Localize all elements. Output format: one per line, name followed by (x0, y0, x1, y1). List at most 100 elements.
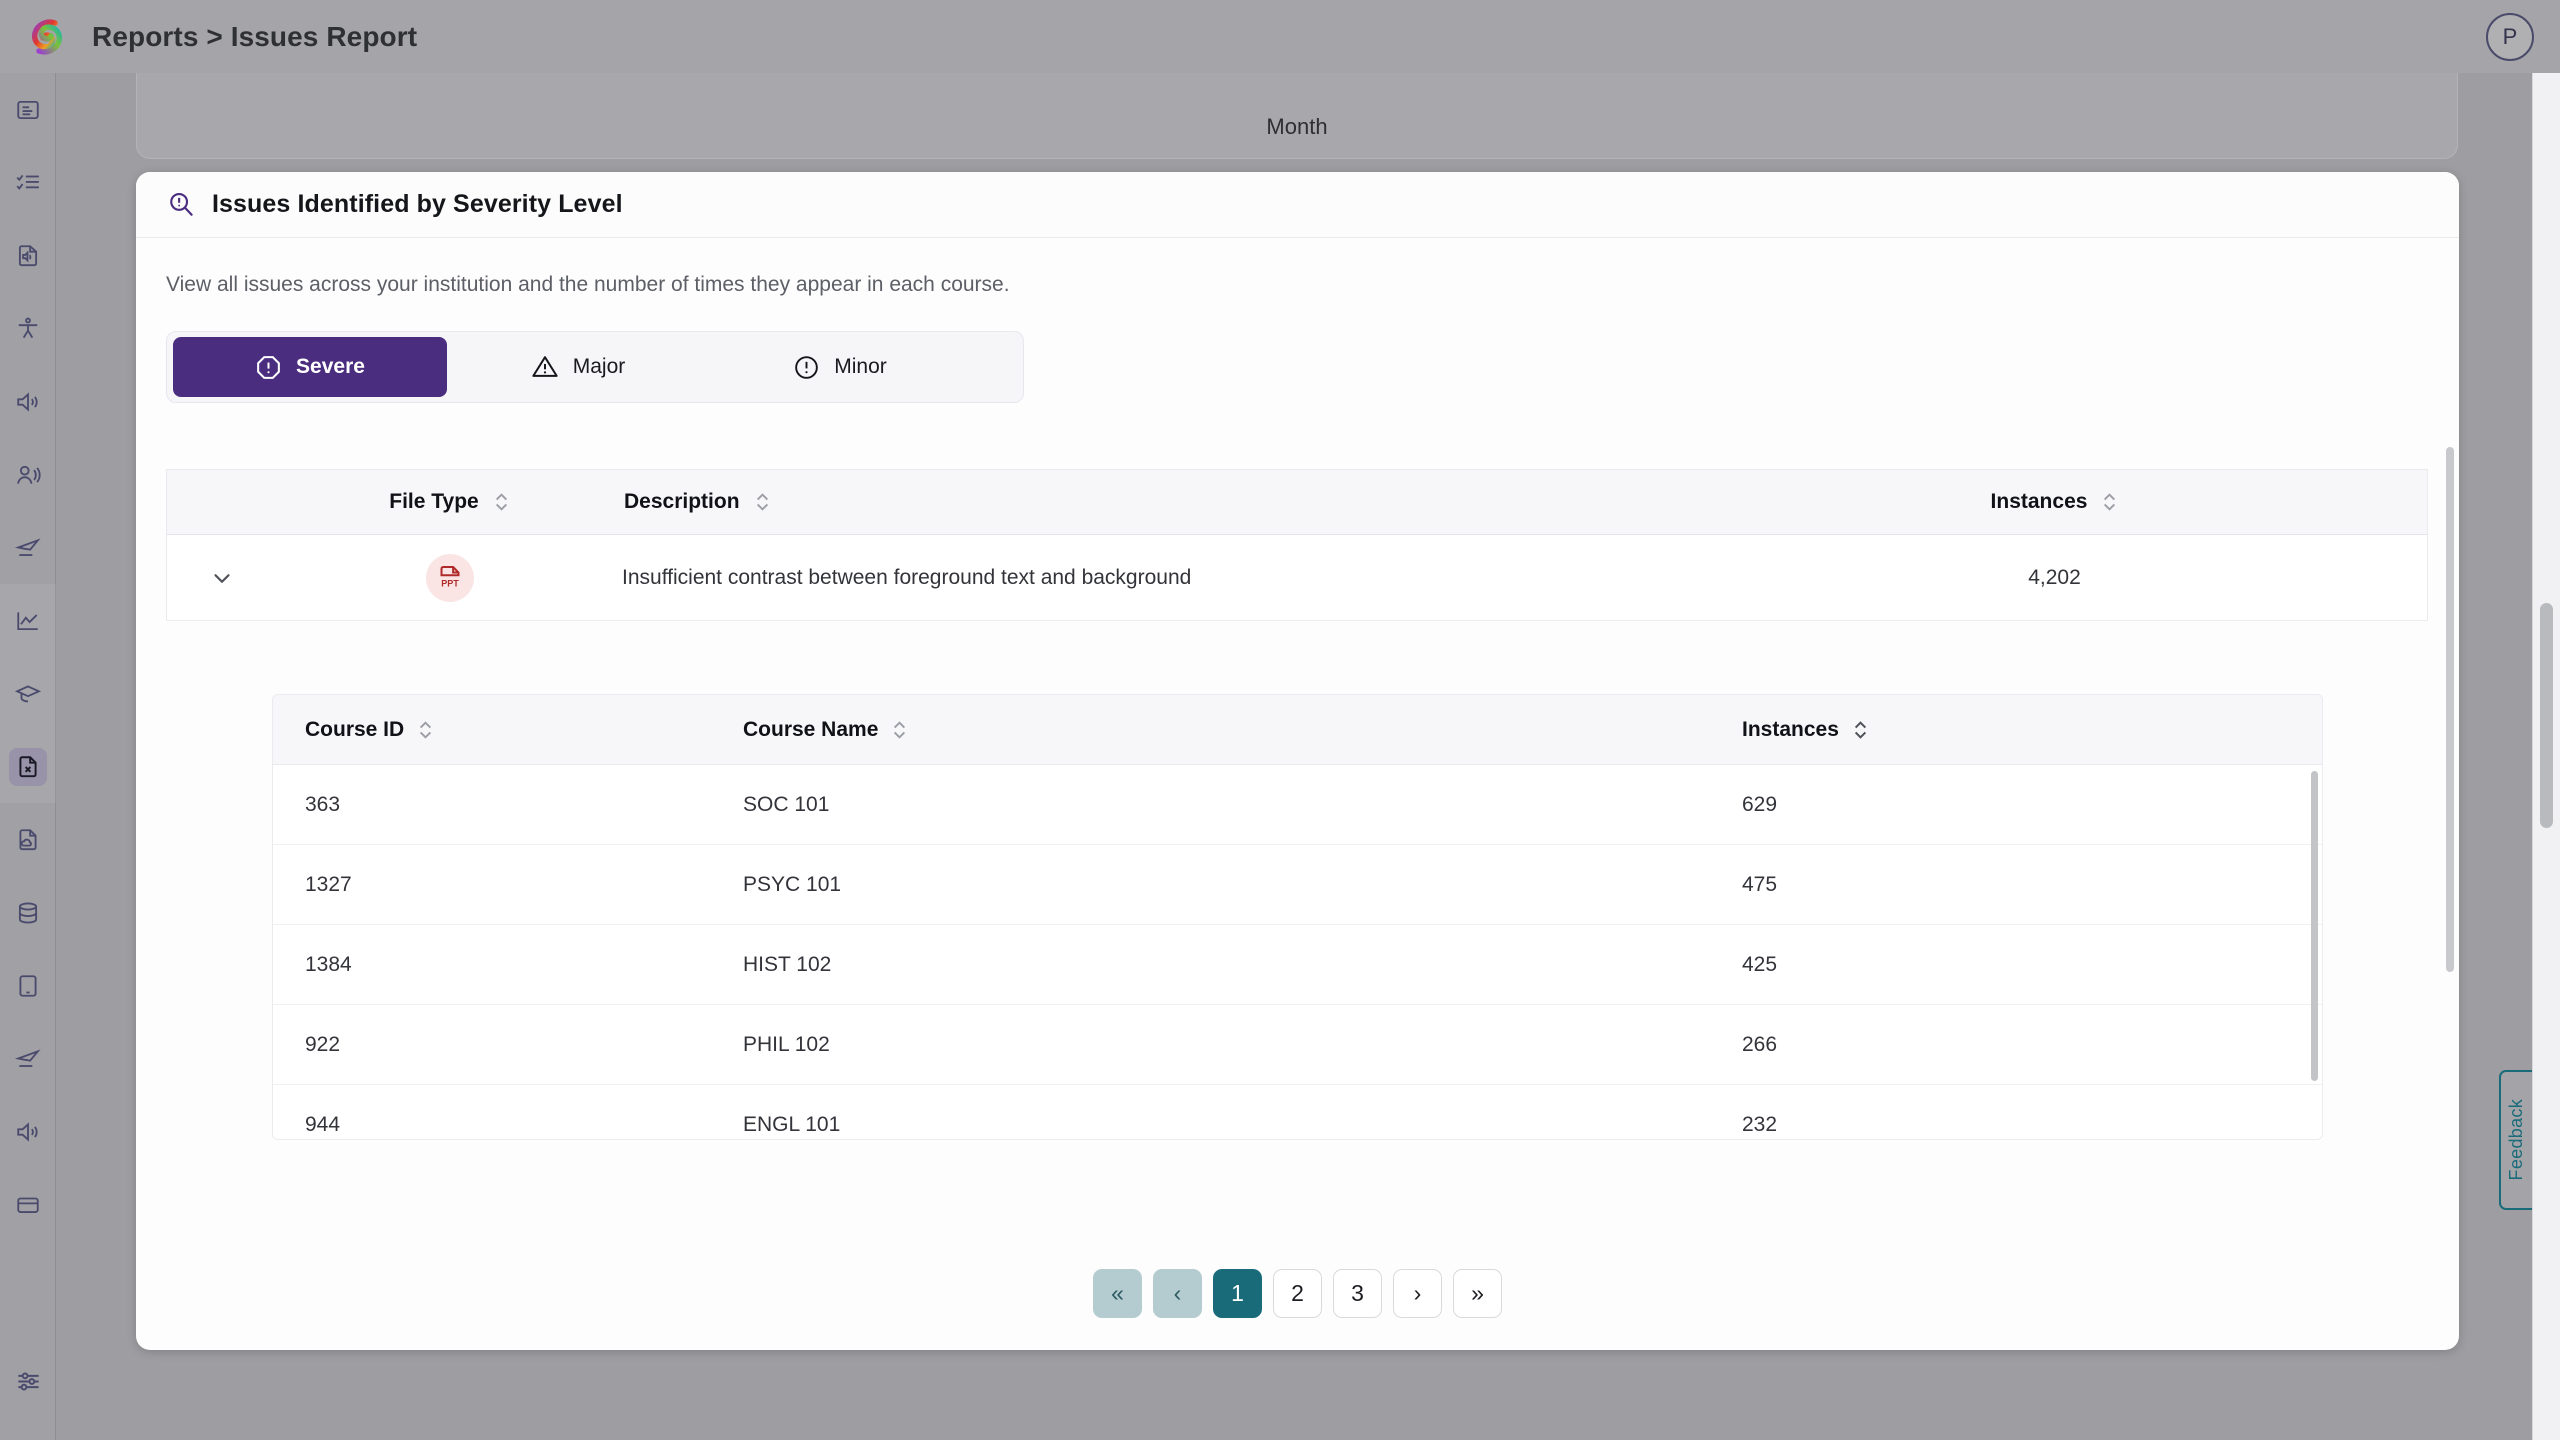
line-chart-icon (15, 608, 41, 634)
instances-cell: 4,202 (1682, 566, 2427, 590)
sidebar-item-database[interactable] (0, 876, 56, 949)
course-instances-cell: 475 (1742, 873, 2322, 897)
speaker-icon (15, 389, 41, 415)
file-type-cell: PPT (277, 554, 622, 602)
sidebar-item-send[interactable] (0, 511, 56, 584)
table-row[interactable]: 944 ENGL 101 232 (273, 1085, 2322, 1140)
sort-icon (493, 491, 510, 513)
sidebar-item-document[interactable] (0, 73, 56, 146)
table-row[interactable]: PPT Insufficient contrast between foregr… (166, 535, 2428, 621)
tab-severe[interactable]: Severe (173, 337, 447, 397)
tab-minor[interactable]: Minor (709, 337, 971, 397)
course-name-cell: PSYC 101 (743, 873, 1742, 897)
card-scrollbar[interactable] (2446, 447, 2454, 972)
card-header: Issues Identified by Severity Level (136, 172, 2459, 238)
sidebar-item-speaker-2[interactable] (0, 1095, 56, 1168)
sidebar-top-items (0, 73, 56, 1241)
pagination-first[interactable]: « (1093, 1269, 1142, 1318)
sliders-icon (15, 1368, 42, 1395)
file-x-icon (15, 754, 41, 780)
sidebar (0, 73, 56, 1440)
tablet-icon (15, 973, 41, 999)
svg-text:PPT: PPT (441, 578, 459, 588)
trend-chart-card: Month (136, 73, 2458, 159)
course-name-cell: PHIL 102 (743, 1033, 1742, 1057)
table-row[interactable]: 1384 HIST 102 425 (273, 925, 2322, 1005)
course-id-cell: 922 (273, 1033, 743, 1057)
table-row[interactable]: 1327 PSYC 101 475 (273, 845, 2322, 925)
sidebar-item-issues-report[interactable] (0, 730, 56, 803)
pagination: « ‹ 1 2 3 › » (136, 1269, 2459, 1318)
audio-file-icon (15, 243, 41, 269)
sidebar-item-accessibility[interactable] (0, 292, 56, 365)
column-label-file-type: File Type (389, 490, 478, 514)
sort-icon (417, 719, 434, 741)
tab-major[interactable]: Major (447, 337, 709, 397)
issues-table: File Type Description Instances (166, 469, 2428, 621)
person-speaking-icon (15, 462, 41, 488)
column-header-course-instances[interactable]: Instances (1742, 718, 2322, 742)
tab-minor-label: Minor (834, 355, 887, 379)
chart-x-axis-label: Month (137, 114, 2457, 140)
course-table-header: Course ID Course Name Instances (273, 695, 2322, 765)
course-id-cell: 944 (273, 1113, 743, 1137)
sort-icon-active (1852, 719, 1869, 741)
pagination-page-3[interactable]: 3 (1333, 1269, 1382, 1318)
course-instances-cell: 266 (1742, 1033, 2322, 1057)
course-instances-cell: 232 (1742, 1113, 2322, 1137)
course-name-cell: SOC 101 (743, 793, 1742, 817)
column-label-instances: Instances (1991, 490, 2088, 514)
sidebar-item-audio-file[interactable] (0, 219, 56, 292)
pagination-next[interactable]: › (1393, 1269, 1442, 1318)
circle-alert-icon (793, 354, 820, 381)
sidebar-item-send-2[interactable] (0, 1022, 56, 1095)
column-header-description[interactable]: Description (622, 490, 1682, 514)
pagination-page-1[interactable]: 1 (1213, 1269, 1262, 1318)
sidebar-item-checklist[interactable] (0, 146, 56, 219)
feedback-label: Feedback (2506, 1099, 2527, 1180)
description-cell: Insufficient contrast between foreground… (622, 566, 1682, 590)
wallet-icon (15, 1192, 41, 1218)
paper-plane-icon (15, 1046, 41, 1072)
column-header-course-id[interactable]: Course ID (273, 718, 743, 742)
sidebar-item-speaker[interactable] (0, 365, 56, 438)
sidebar-item-courses[interactable] (0, 657, 56, 730)
sidebar-item-wallet[interactable] (0, 1168, 56, 1241)
pagination-prev[interactable]: ‹ (1153, 1269, 1202, 1318)
column-label-course-instances: Instances (1742, 718, 1839, 742)
sidebar-item-person-speaking[interactable] (0, 438, 56, 511)
pagination-page-2[interactable]: 2 (1273, 1269, 1322, 1318)
magnifier-alert-icon (166, 190, 196, 220)
document-text-icon (15, 97, 41, 123)
severity-tab-group: Severe Major Minor (166, 331, 1024, 403)
pagination-last[interactable]: » (1453, 1269, 1502, 1318)
course-id-cell: 1327 (273, 873, 743, 897)
course-table-scrollbar[interactable] (2311, 771, 2318, 1081)
table-row[interactable]: 363 SOC 101 629 (273, 765, 2322, 845)
table-row[interactable]: 922 PHIL 102 266 (273, 1005, 2322, 1085)
course-id-cell: 363 (273, 793, 743, 817)
sidebar-item-analytics[interactable] (0, 584, 56, 657)
course-name-cell: HIST 102 (743, 953, 1742, 977)
database-icon (15, 900, 41, 926)
accessibility-icon (15, 316, 41, 342)
sidebar-item-device[interactable] (0, 949, 56, 1022)
column-header-course-name[interactable]: Course Name (743, 718, 1742, 742)
page-scrollbar-thumb[interactable] (2540, 603, 2553, 828)
column-header-file-type[interactable]: File Type (277, 490, 622, 514)
sidebar-item-settings[interactable] (0, 1345, 56, 1418)
tab-major-label: Major (573, 355, 626, 379)
ppt-file-icon: PPT (426, 554, 474, 602)
feedback-tab[interactable]: Feedback (2499, 1070, 2532, 1210)
column-header-instances[interactable]: Instances (1682, 490, 2427, 514)
sidebar-item-cloud-files[interactable] (0, 803, 56, 876)
course-breakdown-table: Course ID Course Name Instances (272, 694, 2323, 1140)
course-instances-cell: 425 (1742, 953, 2322, 977)
expand-row-toggle[interactable] (167, 565, 277, 591)
avatar[interactable]: P (2486, 13, 2534, 61)
breadcrumb[interactable]: Reports > Issues Report (92, 21, 417, 53)
page-scrollbar-track[interactable] (2532, 73, 2560, 1440)
ppt-file-glyph: PPT (435, 563, 465, 593)
sort-icon (754, 491, 771, 513)
course-name-cell: ENGL 101 (743, 1113, 1742, 1137)
